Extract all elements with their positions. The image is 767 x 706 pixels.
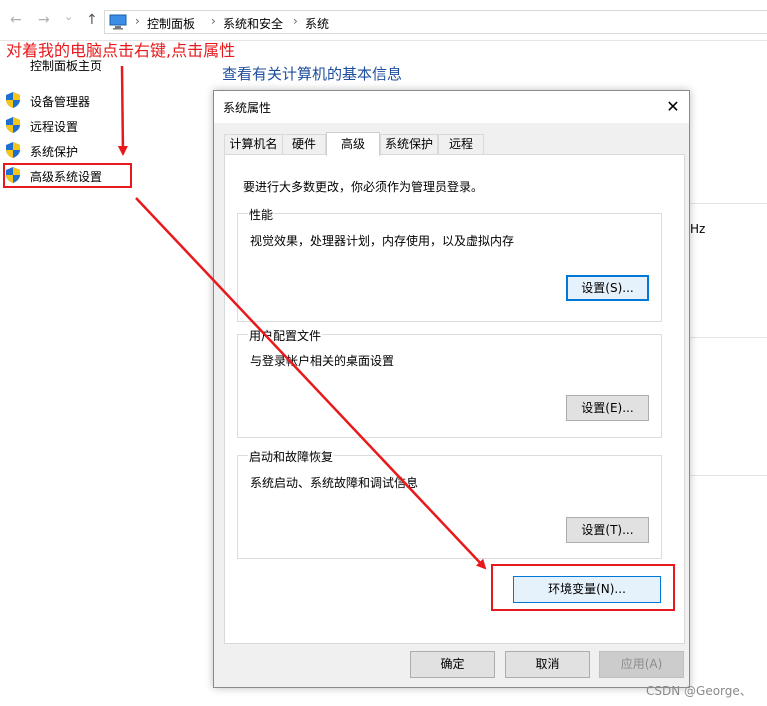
annotation-highlight-box xyxy=(3,163,132,188)
startup-recovery-group: 启动和故障恢复 系统启动、系统故障和调试信息 设置(T)... xyxy=(237,448,662,559)
tab-remote[interactable]: 远程 xyxy=(438,134,484,154)
tab-system-protection[interactable]: 系统保护 xyxy=(380,134,438,154)
tab-hardware[interactable]: 硬件 xyxy=(282,134,326,154)
group-title: 性能 xyxy=(248,206,275,223)
back-arrow-icon[interactable]: ← xyxy=(10,12,22,28)
uac-shield-icon xyxy=(6,92,20,108)
annotation-arrow-down xyxy=(117,65,128,156)
computer-icon xyxy=(109,14,127,33)
apply-button[interactable]: 应用(A) xyxy=(599,651,684,678)
uac-shield-icon xyxy=(6,142,20,158)
breadcrumb-system[interactable]: 系统 xyxy=(305,15,329,32)
page-title: 查看有关计算机的基本信息 xyxy=(222,65,403,83)
tab-advanced[interactable]: 高级 xyxy=(326,132,380,156)
divider xyxy=(690,337,767,338)
system-protection-link[interactable]: 系统保护 xyxy=(30,143,78,160)
group-description: 视觉效果，处理器计划，内存使用，以及虚拟内存 xyxy=(250,234,515,248)
recent-locations-dropdown-icon[interactable]: ⌄ xyxy=(64,9,73,25)
breadcrumb-separator: › xyxy=(135,14,140,28)
performance-group: 性能 视觉效果，处理器计划，内存使用，以及虚拟内存 设置(S)... xyxy=(237,206,662,322)
breadcrumb-separator: › xyxy=(293,14,298,28)
up-arrow-icon[interactable]: ↑ xyxy=(86,12,98,28)
ok-button[interactable]: 确定 xyxy=(410,651,495,678)
user-profiles-group: 用户配置文件 与登录帐户相关的桌面设置 设置(E)... xyxy=(237,327,662,438)
navigation-bar: ← → ⌄ ↑ › 控制面板 › 系统和安全 › 系统 xyxy=(0,0,767,41)
watermark-text: CSDN @George、 xyxy=(646,684,752,698)
group-description: 与登录帐户相关的桌面设置 xyxy=(250,354,395,368)
dialog-title: 系统属性 xyxy=(223,101,272,115)
device-manager-link[interactable]: 设备管理器 xyxy=(30,93,90,110)
annotation-highlight-box xyxy=(491,564,675,611)
group-title: 用户配置文件 xyxy=(248,327,323,344)
annotation-text: 对着我的电脑点击右键,点击属性 xyxy=(6,41,236,60)
cancel-button[interactable]: 取消 xyxy=(505,651,590,678)
divider xyxy=(690,203,767,204)
dialog-titlebar[interactable]: 系统属性 ✕ xyxy=(214,91,689,123)
remote-settings-link[interactable]: 远程设置 xyxy=(30,118,78,135)
close-icon[interactable]: ✕ xyxy=(657,91,689,123)
address-bar[interactable]: › 控制面板 › 系统和安全 › 系统 xyxy=(104,10,767,34)
tab-computer-name[interactable]: 计算机名 xyxy=(224,134,283,154)
uac-shield-icon xyxy=(6,117,20,133)
processor-speed-partial: Hz xyxy=(690,222,706,236)
divider xyxy=(690,475,767,476)
user-profiles-settings-button[interactable]: 设置(E)... xyxy=(566,395,649,421)
admin-note: 要进行大多数更改，你必须作为管理员登录。 xyxy=(243,180,484,194)
group-description: 系统启动、系统故障和调试信息 xyxy=(250,476,419,490)
breadcrumb-system-security[interactable]: 系统和安全 xyxy=(223,15,283,32)
performance-settings-button[interactable]: 设置(S)... xyxy=(566,275,649,301)
group-title: 启动和故障恢复 xyxy=(248,448,335,465)
breadcrumb-separator: › xyxy=(211,14,216,28)
breadcrumb-control-panel[interactable]: 控制面板 xyxy=(147,15,195,32)
forward-arrow-icon[interactable]: → xyxy=(38,12,50,28)
startup-recovery-settings-button[interactable]: 设置(T)... xyxy=(566,517,649,543)
